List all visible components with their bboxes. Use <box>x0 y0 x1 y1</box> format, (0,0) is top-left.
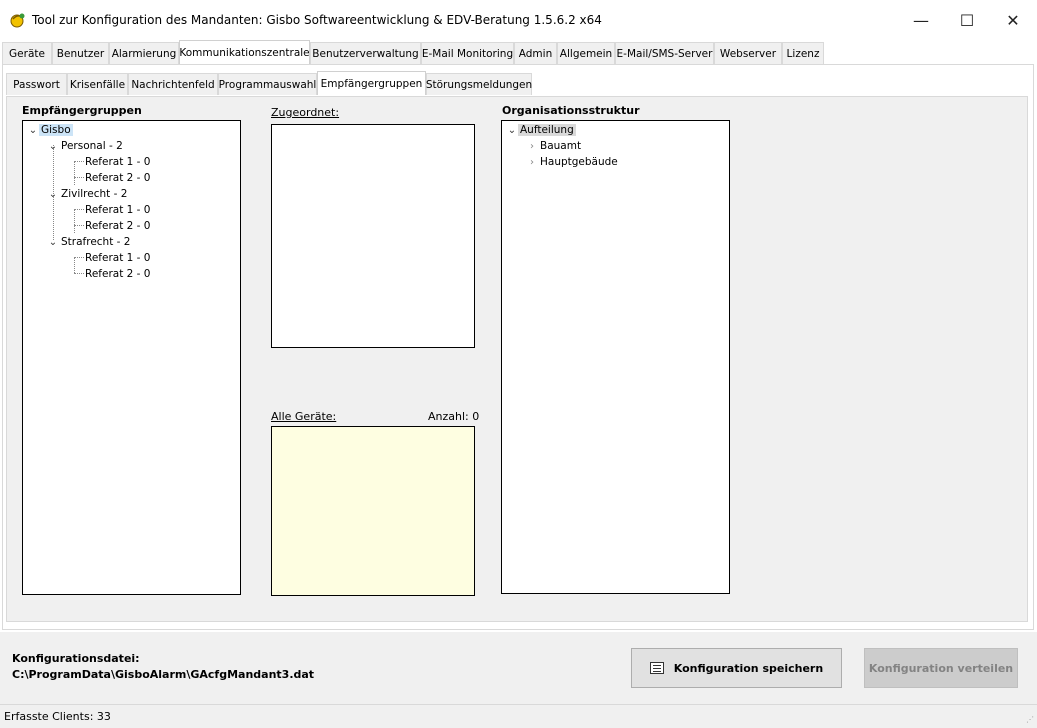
tree-node-label: Zivilrecht - 2 <box>61 188 128 200</box>
tab-lizenz[interactable]: Lizenz <box>782 42 824 64</box>
alle-geraete-heading: Alle Geräte: <box>271 410 337 423</box>
chevron-down-icon[interactable]: ⌄ <box>27 125 39 136</box>
chevron-down-icon[interactable]: ⌄ <box>47 141 59 152</box>
tree-node-label: Referat 2 - 0 <box>85 172 151 184</box>
tree-line <box>74 225 75 233</box>
tree-node-gisbo[interactable]: ⌄ Gisbo <box>27 122 73 138</box>
tab-programmauswahl[interactable]: Programmauswahl <box>218 73 317 95</box>
empfaengergruppen-heading: Empfängergruppen <box>22 104 142 117</box>
config-file-label: Konfigurationsdatei: <box>12 652 140 665</box>
tab-webserver[interactable]: Webserver <box>714 42 782 64</box>
tree-node-label: Personal - 2 <box>61 140 123 152</box>
tree-node-referat[interactable]: Referat 1 - 0 <box>83 202 152 218</box>
maximize-button[interactable]: ☐ <box>944 6 990 34</box>
tab-empfaengergruppen[interactable]: Empfängergruppen <box>317 71 426 95</box>
status-text: Erfasste Clients: 33 <box>4 710 111 723</box>
tree-node-label: Strafrecht - 2 <box>61 236 131 248</box>
save-icon <box>649 662 664 674</box>
status-bar: Erfasste Clients: 33 ⋰ <box>0 704 1037 728</box>
config-file-path: C:\ProgramData\GisboAlarm\GAcfgMandant3.… <box>12 668 315 681</box>
tree-node-label: Bauamt <box>540 140 582 152</box>
tree-node-referat[interactable]: Referat 1 - 0 <box>83 250 152 266</box>
tree-node-label: Gisbo <box>39 124 73 136</box>
tree-node-zivilrecht[interactable]: ⌄ Zivilrecht - 2 <box>47 186 129 202</box>
tree-node-referat[interactable]: Referat 1 - 0 <box>83 154 152 170</box>
tab-allgemein[interactable]: Allgemein <box>557 42 615 64</box>
tree-node-hauptgebaeude[interactable]: › Hauptgebäude <box>526 154 620 170</box>
distribute-config-button[interactable]: Konfiguration verteilen <box>864 648 1018 688</box>
tab-email-monitoring[interactable]: E-Mail Monitoring <box>421 42 514 64</box>
chevron-down-icon[interactable]: ⌄ <box>506 125 518 136</box>
tab-krisenfaelle[interactable]: Krisenfälle <box>67 73 128 95</box>
tree-node-label: Referat 1 - 0 <box>85 252 151 264</box>
tree-line <box>74 161 75 185</box>
chevron-right-icon[interactable]: › <box>526 141 538 152</box>
minimize-button[interactable]: — <box>898 6 944 34</box>
tab-kommunikationszentrale[interactable]: Kommunikationszentrale <box>179 40 310 64</box>
window-title: Tool zur Konfiguration des Mandanten: Gi… <box>32 13 602 27</box>
tab-alarmierung[interactable]: Alarmierung <box>109 42 179 64</box>
tab-benutzer[interactable]: Benutzer <box>52 42 109 64</box>
tree-line <box>74 257 75 273</box>
tree-node-referat[interactable]: Referat 2 - 0 <box>83 266 152 282</box>
app-icon <box>10 13 25 28</box>
tab-stoerungsmeldungen[interactable]: Störungsmeldungen <box>426 73 532 95</box>
tree-node-bauamt[interactable]: › Bauamt <box>526 138 583 154</box>
tab-email-sms-server[interactable]: E-Mail/SMS-Server <box>615 42 714 64</box>
chevron-down-icon[interactable]: ⌄ <box>47 237 59 248</box>
save-config-button[interactable]: Konfiguration speichern <box>631 648 842 688</box>
tree-node-personal[interactable]: ⌄ Personal - 2 <box>47 138 125 154</box>
tree-node-label: Hauptgebäude <box>540 156 618 168</box>
tree-node-label: Referat 2 - 0 <box>85 268 151 280</box>
tab-passwort[interactable]: Passwort <box>6 73 67 95</box>
zugeordnet-heading: Zugeordnet: <box>271 106 340 119</box>
save-config-label: Konfiguration speichern <box>673 661 824 675</box>
tab-nachrichtenfeld[interactable]: Nachrichtenfeld <box>128 73 218 95</box>
organisationsstruktur-tree[interactable]: ⌄ Aufteilung › Bauamt › Hauptgebäude <box>501 120 730 594</box>
tree-node-referat[interactable]: Referat 2 - 0 <box>83 218 152 234</box>
tab-admin[interactable]: Admin <box>514 42 557 64</box>
zugeordnet-list[interactable] <box>271 124 475 348</box>
anzahl-label: Anzahl: 0 <box>428 410 480 423</box>
tree-line <box>74 209 75 225</box>
tree-node-label: Referat 1 - 0 <box>85 156 151 168</box>
tree-node-referat[interactable]: Referat 2 - 0 <box>83 170 152 186</box>
tree-node-strafrecht[interactable]: ⌄ Strafrecht - 2 <box>47 234 132 250</box>
chevron-right-icon[interactable]: › <box>526 157 538 168</box>
alle-geraete-list[interactable] <box>271 426 475 596</box>
tree-node-label: Referat 1 - 0 <box>85 204 151 216</box>
organisationsstruktur-heading: Organisationsstruktur <box>502 104 640 117</box>
chevron-down-icon[interactable]: ⌄ <box>47 189 59 200</box>
close-button[interactable]: ✕ <box>990 6 1036 34</box>
empfaengergruppen-tree[interactable]: ⌄ Gisbo ⌄ Personal - 2 Referat 1 - 0 Ref… <box>22 120 241 595</box>
tree-node-aufteilung[interactable]: ⌄ Aufteilung <box>506 122 576 138</box>
distribute-config-label: Konfiguration verteilen <box>868 661 1014 675</box>
tab-benutzerverwaltung[interactable]: Benutzerverwaltung <box>310 42 421 64</box>
tree-node-label: Aufteilung <box>518 124 576 136</box>
title-bar: Tool zur Konfiguration des Mandanten: Gi… <box>0 0 1037 40</box>
tab-geraete[interactable]: Geräte <box>2 42 52 64</box>
tree-node-label: Referat 2 - 0 <box>85 220 151 232</box>
resize-grip-icon[interactable]: ⋰ <box>1024 715 1034 725</box>
